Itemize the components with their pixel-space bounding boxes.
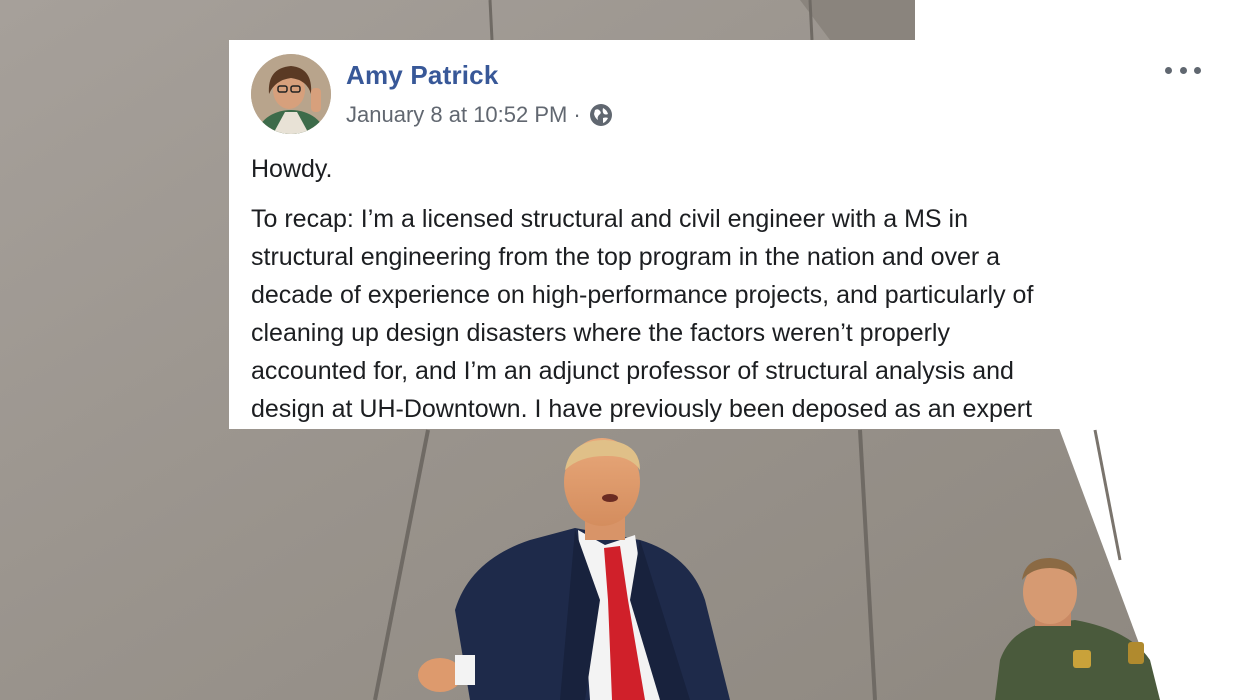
more-options-icon[interactable]	[1165, 60, 1201, 80]
photo-collage: Amy Patrick January 8 at 10:52 PM · Howd…	[0, 0, 1245, 700]
post-meta: January 8 at 10:52 PM ·	[346, 102, 613, 128]
globe-icon[interactable]	[589, 103, 613, 127]
post-line: accounted for, and I’m an adjunct profes…	[251, 357, 1014, 385]
post-line: design at UH-Downtown. I have previously…	[251, 395, 1033, 423]
post-timestamp-link[interactable]: January 8 at 10:52 PM	[346, 102, 567, 128]
meta-separator: ·	[573, 102, 581, 127]
post-line: decade of experience on high-performance…	[251, 281, 1034, 309]
author-avatar[interactable]	[251, 54, 331, 134]
post-paragraph: To recap: I’m a licensed structural and …	[251, 200, 1211, 428]
post-line: structural engineering from the top prog…	[251, 243, 1001, 271]
post-greeting: Howdy.	[251, 155, 333, 183]
author-name-link[interactable]: Amy Patrick	[346, 60, 499, 91]
post-line: To recap: I’m a licensed structural and …	[251, 205, 968, 233]
post-line: cleaning up design disasters where the f…	[251, 319, 950, 347]
facebook-post-card: Amy Patrick January 8 at 10:52 PM · Howd…	[229, 40, 1245, 429]
post-body: Howdy. To recap: I’m a licensed structur…	[251, 150, 1211, 428]
